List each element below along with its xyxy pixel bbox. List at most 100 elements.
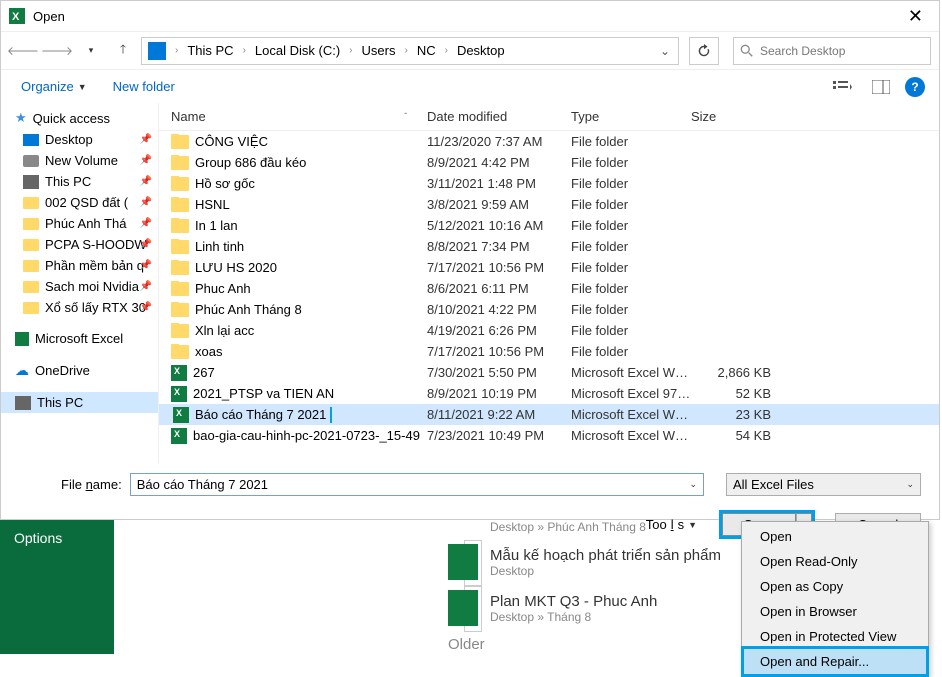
- sidebar-item-label: Xổ số lấy RTX 30: [45, 300, 146, 315]
- file-row[interactable]: xoas7/17/2021 10:56 PMFile folder: [159, 341, 939, 362]
- chevron-down-icon[interactable]: ⌄: [689, 479, 697, 490]
- breadcrumb-dropdown[interactable]: ⌄: [654, 44, 676, 58]
- nav-sidebar: ★Quick accessDesktop📌New Volume📌This PC📌…: [1, 103, 159, 463]
- nav-recent-dropdown[interactable]: ▾: [77, 37, 105, 65]
- file-row[interactable]: Group 686 đầu kéo8/9/2021 4:42 PMFile fo…: [159, 152, 939, 173]
- sidebar-item[interactable]: Sach moi Nvidia📌: [1, 276, 158, 297]
- folder-icon: [171, 219, 189, 233]
- folder-icon: [171, 282, 189, 296]
- sidebar-item[interactable]: This PC📌: [1, 171, 158, 192]
- folder-icon: [171, 135, 189, 149]
- help-button[interactable]: ?: [905, 77, 925, 97]
- folder-icon: [171, 303, 189, 317]
- breadcrumb-item[interactable]: Local Disk (C:): [251, 41, 344, 60]
- sidebar-item-label: Desktop: [45, 132, 93, 147]
- menu-item[interactable]: Open: [744, 524, 926, 549]
- menu-item[interactable]: Open as Copy: [744, 574, 926, 599]
- file-name: Hồ sơ gốc: [195, 176, 255, 191]
- sidebar-item-label: Microsoft Excel: [35, 331, 123, 346]
- file-name: HSNL: [195, 197, 230, 212]
- organize-menu[interactable]: Organize ▼: [15, 75, 93, 98]
- refresh-button[interactable]: [689, 37, 719, 65]
- filename-input[interactable]: Báo cáo Tháng 7 2021 ⌄: [130, 473, 704, 496]
- file-row[interactable]: 2677/30/2021 5:50 PMMicrosoft Excel W…2,…: [159, 362, 939, 383]
- filetype-select[interactable]: All Excel Files ⌄: [726, 473, 921, 496]
- new-folder-button[interactable]: New folder: [107, 75, 181, 98]
- sidebar-item[interactable]: PCPA S-HOODW📌: [1, 234, 158, 255]
- file-row[interactable]: Phúc Anh Tháng 88/10/2021 4:22 PMFile fo…: [159, 299, 939, 320]
- column-name[interactable]: Nameˆ: [171, 109, 427, 124]
- file-name: In 1 lan: [195, 218, 238, 233]
- file-name: LƯU HS 2020: [195, 260, 277, 275]
- file-row[interactable]: Hồ sơ gốc3/11/2021 1:48 PMFile folder: [159, 173, 939, 194]
- file-row[interactable]: Phuc Anh8/6/2021 6:11 PMFile folder: [159, 278, 939, 299]
- breadcrumb-item[interactable]: Users: [358, 41, 400, 60]
- file-row[interactable]: CÔNG VIỆC11/23/2020 7:37 AMFile folder: [159, 131, 939, 152]
- sidebar-item-label: OneDrive: [35, 363, 90, 378]
- folder-icon: [171, 177, 189, 191]
- file-name: Group 686 đầu kéo: [195, 155, 306, 170]
- sidebar-item-label: Phúc Anh Thá: [45, 216, 126, 231]
- chevron-down-icon: ▼: [688, 520, 697, 530]
- file-name: Phúc Anh Tháng 8: [195, 302, 302, 317]
- pin-icon: 📌: [140, 281, 152, 292]
- menu-item[interactable]: Open in Browser: [744, 599, 926, 624]
- file-type: File folder: [571, 218, 691, 233]
- menu-item[interactable]: Open and Repair...: [744, 649, 926, 674]
- excel-file-icon: [173, 407, 189, 423]
- column-size[interactable]: Size: [691, 109, 771, 124]
- folder-icon: [171, 198, 189, 212]
- sidebar-item[interactable]: New Volume📌: [1, 150, 158, 171]
- sidebar-item-label: 002 QSD đất (: [45, 195, 128, 210]
- breadcrumb[interactable]: › This PC › Local Disk (C:) › Users › NC…: [141, 37, 679, 65]
- file-size: 23 KB: [691, 407, 771, 422]
- file-type: Microsoft Excel W…: [571, 407, 691, 422]
- sidebar-item[interactable]: Xổ số lấy RTX 30📌: [1, 297, 158, 318]
- titlebar: X Open ✕: [1, 1, 939, 31]
- close-button[interactable]: ✕: [900, 6, 931, 27]
- nav-forward-button[interactable]: 🡒: [43, 37, 71, 65]
- file-date: 8/11/2021 9:22 AM: [427, 407, 571, 422]
- nav-back-button[interactable]: 🡐: [9, 37, 37, 65]
- sidebar-item[interactable]: 002 QSD đất (📌: [1, 192, 158, 213]
- file-row[interactable]: bao-gia-cau-hinh-pc-2021-0723-_15-497/23…: [159, 425, 939, 446]
- chevron-right-icon: ›: [442, 45, 451, 56]
- preview-pane-button[interactable]: [867, 76, 895, 98]
- menu-item[interactable]: Open in Protected View: [744, 624, 926, 649]
- sidebar-item[interactable]: This PC: [1, 392, 158, 413]
- tools-menu[interactable]: Tools ▼: [646, 517, 697, 532]
- menu-item[interactable]: Open Read-Only: [744, 549, 926, 574]
- file-row[interactable]: Linh tinh8/8/2021 7:34 PMFile folder: [159, 236, 939, 257]
- nav-bar: 🡐 🡒 ▾ 🡑 › This PC › Local Disk (C:) › Us…: [1, 31, 939, 69]
- sidebar-item[interactable]: Desktop📌: [1, 129, 158, 150]
- chevron-right-icon: ›: [172, 45, 181, 56]
- file-row[interactable]: In 1 lan5/12/2021 10:16 AMFile folder: [159, 215, 939, 236]
- file-type: Microsoft Excel 97…: [571, 386, 691, 401]
- sidebar-item[interactable]: Microsoft Excel: [1, 328, 158, 349]
- sidebar-item[interactable]: ★Quick access: [1, 107, 158, 129]
- filename-label: File name:: [61, 477, 122, 492]
- sidebar-item[interactable]: Phần mềm bản q📌: [1, 255, 158, 276]
- column-date[interactable]: Date modified: [427, 109, 571, 124]
- file-date: 3/11/2021 1:48 PM: [427, 176, 571, 191]
- breadcrumb-item[interactable]: Desktop: [453, 41, 509, 60]
- breadcrumb-item[interactable]: This PC: [183, 41, 237, 60]
- svg-text:X: X: [12, 11, 20, 23]
- file-date: 8/8/2021 7:34 PM: [427, 239, 571, 254]
- search-input[interactable]: Search Desktop: [733, 37, 931, 65]
- column-type[interactable]: Type: [571, 109, 691, 124]
- file-row[interactable]: 2021_PTSP va TIEN AN8/9/2021 10:19 PMMic…: [159, 383, 939, 404]
- file-date: 7/17/2021 10:56 PM: [427, 344, 571, 359]
- view-options-button[interactable]: [829, 76, 857, 98]
- sidebar-item[interactable]: ☁OneDrive: [1, 359, 158, 382]
- nav-up-button[interactable]: 🡑: [111, 39, 135, 63]
- file-row[interactable]: Xln lại acc4/19/2021 6:26 PMFile folder: [159, 320, 939, 341]
- dialog-title: Open: [33, 9, 900, 24]
- excel-file-icon: [448, 590, 478, 626]
- file-row[interactable]: LƯU HS 20207/17/2021 10:56 PMFile folder: [159, 257, 939, 278]
- excel-file-icon: [171, 386, 187, 402]
- file-row[interactable]: Báo cáo Tháng 7 20218/11/2021 9:22 AMMic…: [159, 404, 939, 425]
- file-row[interactable]: HSNL3/8/2021 9:59 AMFile folder: [159, 194, 939, 215]
- breadcrumb-item[interactable]: NC: [413, 41, 440, 60]
- sidebar-item[interactable]: Phúc Anh Thá📌: [1, 213, 158, 234]
